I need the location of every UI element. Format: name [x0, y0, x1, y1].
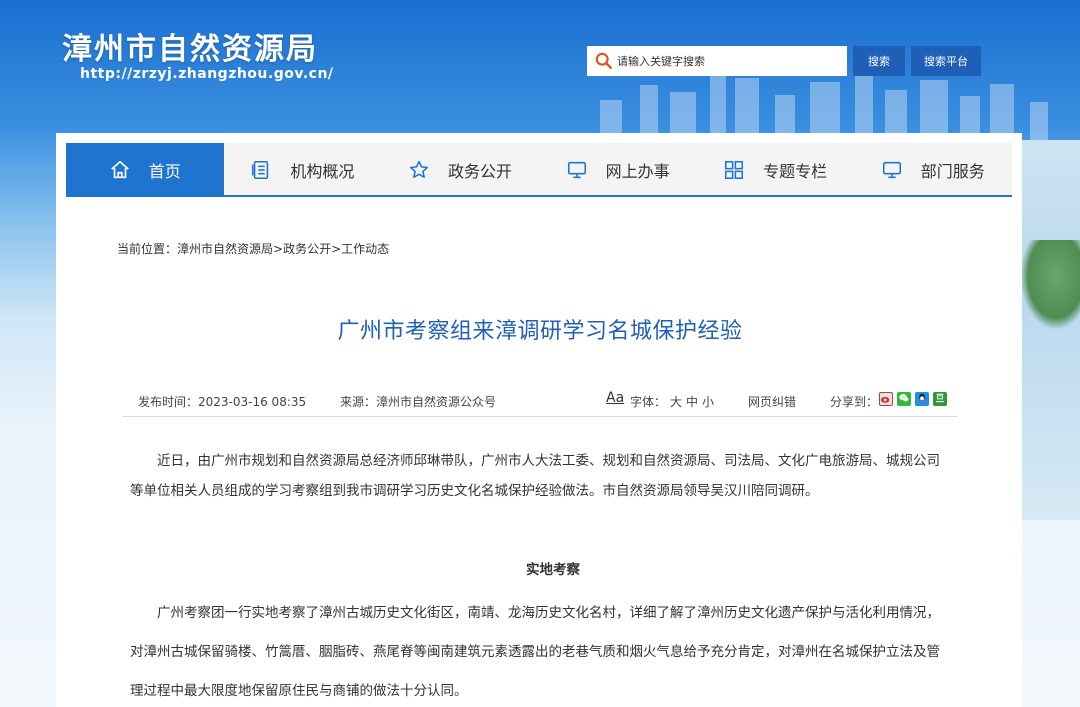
weibo-share-icon[interactable]: [879, 392, 893, 406]
nav-item-gov-affairs[interactable]: 政务公开: [381, 143, 539, 197]
nav-item-org[interactable]: 机构概况: [224, 143, 382, 197]
share-icons: [879, 392, 947, 406]
nav-item-label: 机构概况: [290, 162, 355, 181]
site-url: http://zrzyj.zhangzhou.gov.cn/: [80, 66, 334, 82]
douban-share-icon[interactable]: [933, 392, 947, 406]
search-button[interactable]: 搜索: [853, 46, 905, 76]
nav-item-label: 首页: [148, 162, 181, 181]
search-platform-button[interactable]: 搜索平台: [911, 46, 981, 76]
breadcrumb-prefix: 当前位置：: [117, 242, 178, 256]
star-icon: [409, 160, 428, 179]
article-paragraph: 近日，由广州市规划和自然资源局总经济师邱琳带队，广州市人大法工委、规划和自然资源…: [130, 453, 940, 499]
breadcrumb-link-work-news[interactable]: 工作动态: [341, 242, 389, 256]
wechat-share-icon[interactable]: [897, 392, 911, 406]
nav-item-label: 网上办事: [605, 162, 670, 181]
share-label: 分享到：: [830, 395, 879, 409]
home-icon: [110, 160, 129, 179]
grid-icon: [725, 160, 744, 180]
font-size-large[interactable]: 大: [670, 393, 682, 410]
document-list-icon: [252, 160, 269, 180]
nav-item-online-service[interactable]: 网上办事: [539, 143, 697, 197]
nav-item-home[interactable]: 首页: [66, 143, 224, 197]
nav-item-dept-service[interactable]: 部门服务: [854, 143, 1012, 197]
publish-time: 发布时间：2023-03-16 08:35: [138, 395, 307, 409]
qq-share-icon[interactable]: [915, 392, 929, 406]
breadcrumb-link-gov-affairs[interactable]: 政务公开: [283, 242, 331, 256]
site-title[interactable]: 漳州市自然资源局: [62, 24, 318, 68]
source: 来源：漳州市自然资源公众号: [340, 395, 497, 409]
monitor-icon: [882, 161, 901, 179]
nav-item-special-topics[interactable]: 专题专栏: [696, 143, 854, 197]
breadcrumb-separator: >: [273, 242, 284, 256]
article-subheading: 实地考察: [526, 562, 580, 578]
main-nav: 首页 机构概况 政务公开 网上办事 专题专栏 部门服务: [66, 143, 1012, 197]
search-input[interactable]: [617, 54, 837, 68]
monitor-icon: [567, 161, 586, 179]
article-meta: 发布时间：2023-03-16 08:35 来源：漳州市自然资源公众号 Aa 字…: [122, 385, 958, 417]
article-paragraph: 广州考察团一行实地考察了漳州古城历史文化街区，南靖、龙海历史文化名村，详细了解了…: [130, 605, 940, 699]
breadcrumb-separator: >: [331, 242, 342, 256]
nav-item-label: 专题专栏: [763, 162, 828, 181]
article-title: 广州市考察组来漳调研学习名城保护经验: [337, 319, 743, 344]
search-box[interactable]: [587, 46, 847, 76]
font-label: 字体：: [630, 395, 667, 409]
font-size-medium[interactable]: 中: [686, 393, 698, 410]
nav-item-label: 政务公开: [447, 162, 512, 181]
correction-link[interactable]: 网页纠错: [748, 393, 796, 410]
font-size-small[interactable]: 小: [702, 393, 714, 410]
breadcrumb-link-home[interactable]: 漳州市自然资源局: [177, 242, 273, 256]
search-icon: [595, 52, 612, 69]
font-size-icon: Aa: [606, 390, 625, 406]
nav-item-label: 部门服务: [920, 162, 985, 181]
breadcrumb: 当前位置：漳州市自然资源局>政务公开>工作动态: [117, 240, 389, 257]
